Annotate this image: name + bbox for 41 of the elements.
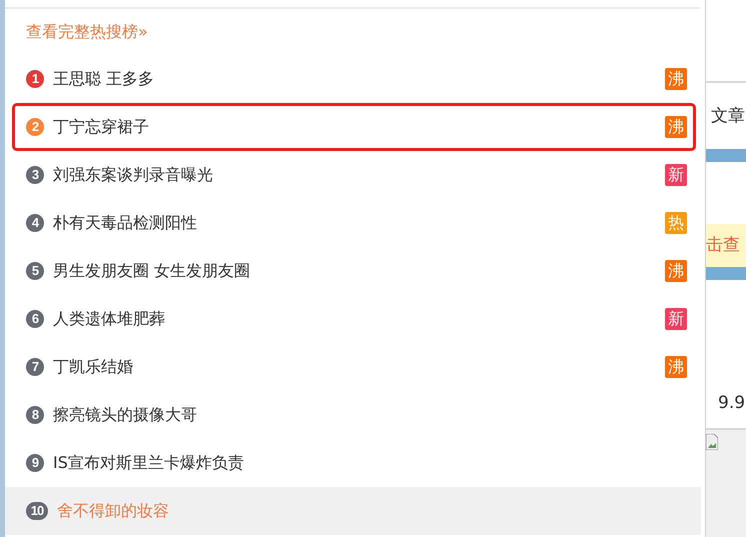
status-tag: 新 (665, 164, 687, 186)
section-bar (706, 149, 746, 162)
item-title: 舍不得卸的妆容 (57, 500, 170, 522)
notice-banner: 击查 (706, 224, 746, 267)
hot-search-item[interactable]: 5 男生发朋友圈 女生发朋友圈 沸 (5, 247, 701, 295)
item-title: 丁凯乐结婚 (53, 356, 134, 378)
rank-number: 8 (26, 406, 44, 424)
rank-number: 7 (26, 358, 44, 376)
rank-number: 5 (26, 262, 44, 280)
hot-search-item[interactable]: 7 丁凯乐结婚 沸 (5, 343, 701, 391)
hot-search-item[interactable]: 4 朴有天毒品检测阳性 热 (5, 199, 701, 247)
item-title: 王思聪 王多多 (53, 68, 156, 90)
hot-search-item[interactable]: 1 王思聪 王多多 沸 (5, 55, 701, 103)
status-tag: 新 (665, 308, 687, 330)
item-title: 擦亮镜头的摄像大哥 (53, 404, 198, 426)
rank-number: 4 (26, 214, 44, 232)
hot-search-item[interactable]: 8 擦亮镜头的摄像大哥 (5, 391, 701, 439)
item-title: 丁宁忘穿裙子 (53, 116, 150, 138)
section-bar (706, 267, 746, 280)
article-text: 文章 (710, 105, 746, 128)
item-title: 刘强东案谈判录音曝光 (53, 164, 214, 186)
rank-number: 9 (26, 454, 44, 472)
rank-number: 6 (26, 310, 44, 328)
status-tag: 沸 (665, 260, 687, 282)
hot-search-item[interactable]: 2 丁宁忘穿裙子 沸 (5, 103, 701, 151)
hot-search-item[interactable]: 6 人类遗体堆肥葬 新 (5, 295, 701, 343)
hot-search-item[interactable]: 9 IS宣布对斯里兰卡爆炸负责 (5, 439, 701, 487)
item-title: 人类遗体堆肥葬 (53, 308, 166, 330)
status-tag: 热 (665, 212, 687, 234)
item-title: IS宣布对斯里兰卡爆炸负责 (53, 452, 245, 474)
rank-number: 1 (26, 70, 44, 88)
hot-search-item[interactable]: 3 刘强东案谈判录音曝光 新 (5, 151, 701, 199)
status-tag: 沸 (665, 68, 687, 90)
status-tag: 沸 (665, 116, 687, 138)
hot-search-item[interactable]: 10 舍不得卸的妆容 (5, 487, 701, 535)
rank-number: 2 (26, 118, 44, 136)
item-title: 男生发朋友圈 女生发朋友圈 (53, 260, 252, 282)
item-title: 朴有天毒品检测阳性 (53, 212, 198, 234)
status-tag: 沸 (665, 356, 687, 378)
rank-number: 10 (26, 502, 48, 520)
rank-number: 3 (26, 166, 44, 184)
